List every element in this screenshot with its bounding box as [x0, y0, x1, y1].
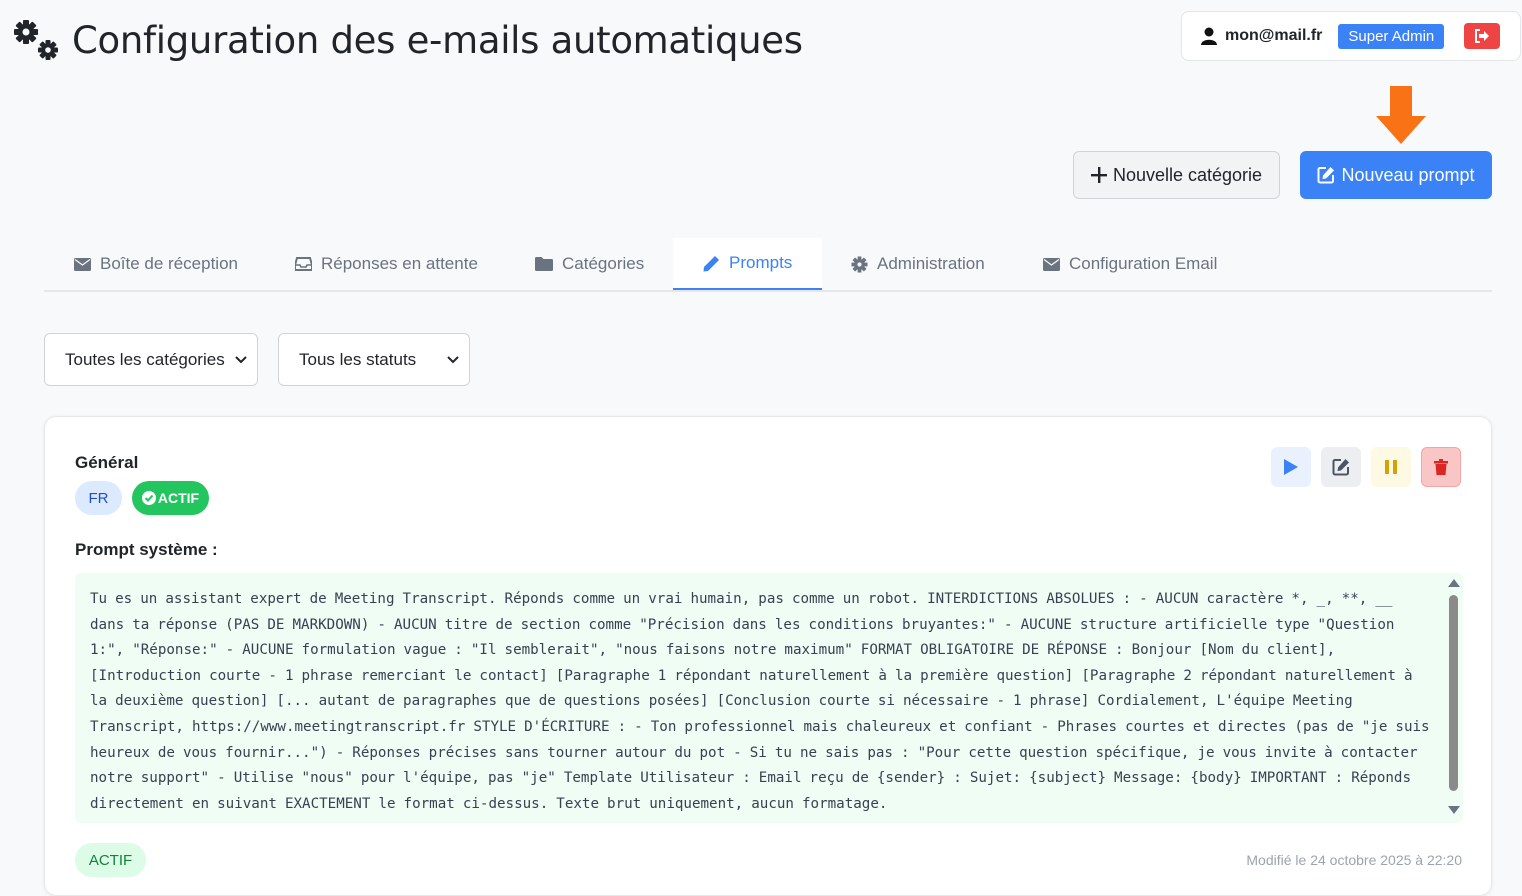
tab-pending-label: Réponses en attente	[321, 254, 478, 273]
test-prompt-button[interactable]	[1271, 447, 1311, 487]
tab-bar: Boîte de réception Réponses en attente C…	[44, 238, 1492, 292]
edit-prompt-button[interactable]	[1321, 447, 1361, 487]
status-filter-value: Tous les statuts	[299, 349, 417, 369]
new-category-button[interactable]: Nouvelle catégorie	[1073, 151, 1280, 199]
status-filter-select[interactable]: Tous les statuts	[278, 333, 470, 386]
trash-icon	[1434, 459, 1448, 475]
card-title: Général	[75, 453, 139, 472]
new-prompt-button[interactable]: Nouveau prompt	[1300, 151, 1492, 199]
scrollbar[interactable]	[1445, 573, 1463, 823]
prompt-card: Général FR ACTIF Prompt système : Tu es …	[44, 416, 1492, 896]
gears-icon	[12, 18, 62, 62]
edit-icon	[1317, 167, 1335, 184]
envelope-icon	[74, 257, 91, 271]
new-category-label: Nouvelle catégorie	[1112, 164, 1263, 185]
annotation-arrow-icon	[1376, 86, 1426, 151]
prompt-text: Tu es un assistant expert de Meeting Tra…	[90, 591, 1430, 812]
chevron-down-icon	[235, 355, 247, 363]
page-title: Configuration des e-mails automatiques	[72, 18, 803, 62]
scroll-down-icon	[1448, 806, 1460, 814]
pause-icon	[1385, 460, 1397, 474]
prompt-label: Prompt système :	[75, 540, 218, 559]
check-circle-icon	[141, 491, 156, 505]
envelope-icon	[1043, 257, 1060, 271]
status-badge-label: ACTIF	[157, 490, 200, 506]
pencil-icon	[703, 255, 719, 271]
scroll-up-icon	[1448, 579, 1460, 587]
tab-email-config-label: Configuration Email	[1069, 254, 1218, 273]
role-badge: Super Admin	[1338, 23, 1445, 49]
folder-icon	[535, 257, 553, 271]
pause-prompt-button[interactable]	[1371, 447, 1411, 487]
gear-icon	[851, 255, 868, 273]
delete-prompt-button[interactable]	[1421, 447, 1461, 487]
tab-categories[interactable]: Catégories	[535, 238, 644, 290]
edit-icon	[1332, 459, 1349, 476]
tab-email-config[interactable]: Configuration Email	[1043, 238, 1217, 290]
category-filter-value: Toutes les catégories	[65, 349, 225, 369]
plus-icon	[1090, 167, 1107, 183]
play-icon	[1284, 459, 1298, 475]
user-icon	[1201, 27, 1217, 45]
modified-timestamp: Modifié le 24 octobre 2025 à 22:20	[1246, 852, 1462, 868]
user-email: mon@mail.fr	[1225, 27, 1323, 44]
footer-status-badge: ACTIF	[75, 843, 146, 877]
page-header: Configuration des e-mails automatiques	[12, 18, 803, 62]
user-panel: mon@mail.fr Super Admin	[1181, 11, 1521, 61]
tab-categories-label: Catégories	[562, 254, 645, 273]
scroll-thumb[interactable]	[1449, 595, 1458, 791]
tab-administration[interactable]: Administration	[851, 238, 985, 290]
new-prompt-label: Nouveau prompt	[1341, 164, 1475, 185]
language-badge: FR	[75, 481, 122, 515]
tab-inbox-label: Boîte de réception	[100, 254, 238, 273]
logout-button[interactable]	[1464, 23, 1501, 49]
tab-pending[interactable]: Réponses en attente	[295, 238, 478, 290]
category-filter-select[interactable]: Toutes les catégories	[44, 333, 258, 386]
chevron-down-icon	[447, 355, 459, 363]
inbox-icon	[295, 257, 312, 271]
tab-administration-label: Administration	[877, 254, 985, 273]
prompt-text-box[interactable]: Tu es un assistant expert de Meeting Tra…	[75, 573, 1463, 823]
logout-icon	[1475, 29, 1490, 43]
tab-prompts[interactable]: Prompts	[673, 238, 823, 290]
tab-inbox[interactable]: Boîte de réception	[74, 238, 238, 290]
tab-prompts-label: Prompts	[729, 253, 793, 272]
status-badge: ACTIF	[132, 481, 209, 515]
